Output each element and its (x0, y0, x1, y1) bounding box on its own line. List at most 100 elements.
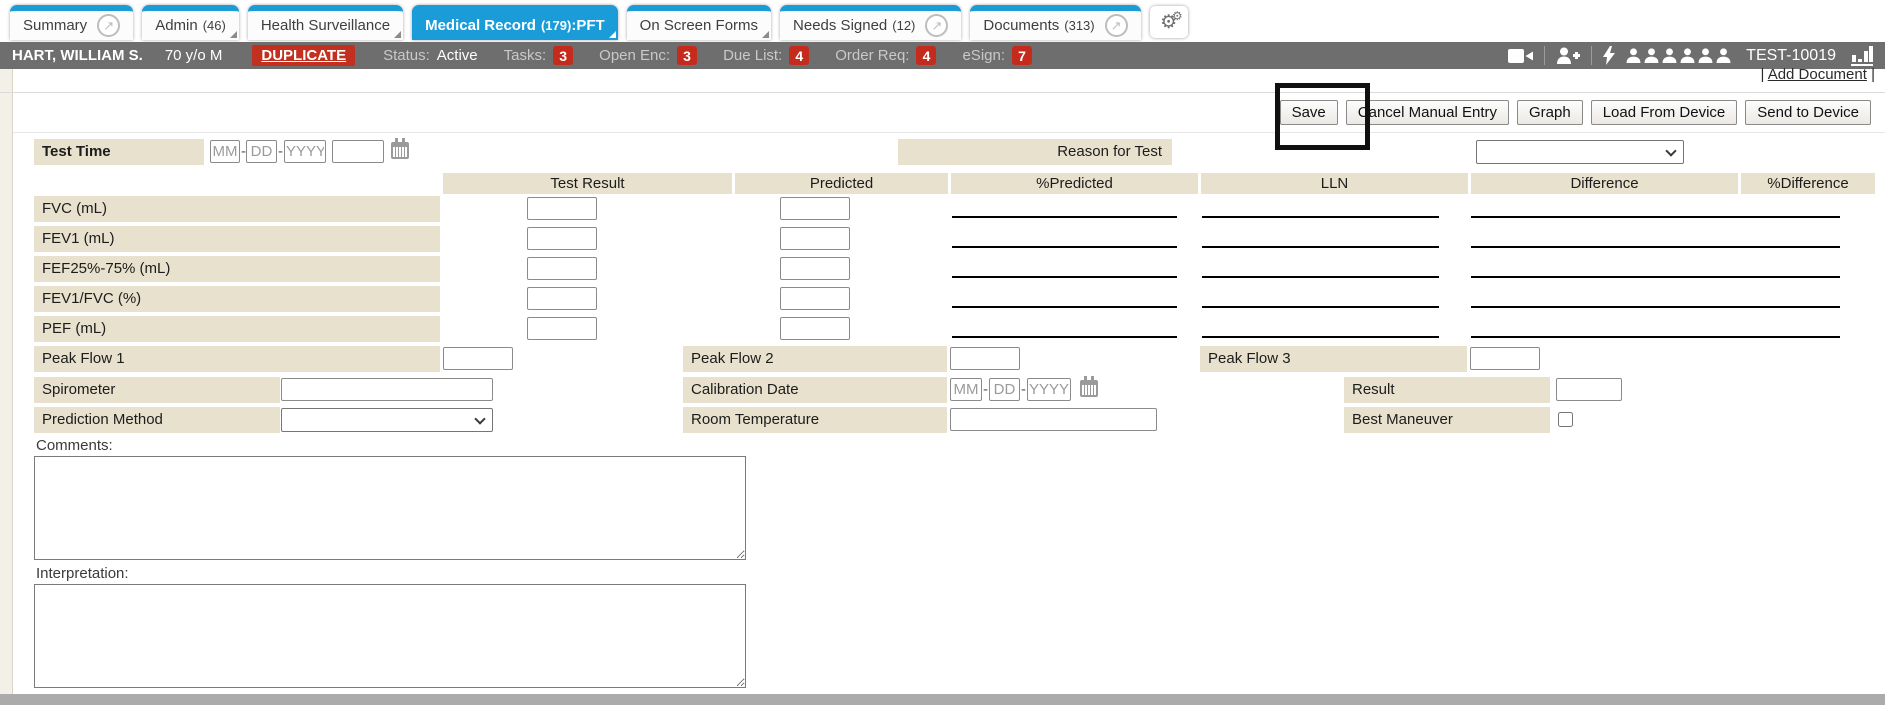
calendar-icon[interactable] (1080, 380, 1098, 397)
calendar-icon[interactable] (391, 142, 409, 159)
due-list-count-badge[interactable]: 4 (789, 46, 809, 65)
tab-label: Health Surveillance (261, 17, 390, 34)
comments-textarea[interactable] (34, 456, 746, 560)
interpretation-textarea[interactable] (34, 584, 746, 688)
peak-flow-2-input[interactable] (950, 347, 1020, 370)
tab-count: (313) (1064, 18, 1094, 33)
column-header-lln: LLN (1201, 173, 1468, 194)
peak-flow-3-label: Peak Flow 3 (1200, 346, 1467, 372)
tab-count: (12) (892, 18, 915, 33)
test-time-day-input[interactable] (246, 140, 277, 163)
date-dash: - (278, 143, 283, 160)
add-document-link[interactable]: Add Document (1768, 66, 1867, 83)
esign-count-badge[interactable]: 7 (1012, 46, 1032, 65)
fev1-fvc-difference-line (1471, 306, 1706, 308)
care-team-icons (1626, 48, 1731, 63)
calibration-month-input[interactable] (950, 378, 982, 401)
tasks-count-badge[interactable]: 3 (553, 46, 573, 65)
tasks-stat[interactable]: Tasks: 3 (504, 46, 574, 65)
peak-flow-1-input[interactable] (443, 347, 513, 370)
fef-predicted-input[interactable] (780, 257, 850, 280)
fef-test-result-input[interactable] (527, 257, 597, 280)
pef-predicted-input[interactable] (780, 317, 850, 340)
peak-flow-3-input[interactable] (1470, 347, 1540, 370)
row-label-fev1: FEV1 (mL) (34, 226, 440, 252)
person-icon (1662, 48, 1677, 63)
due-list-stat[interactable]: Due List: 4 (723, 46, 809, 65)
test-time-time-input[interactable] (332, 140, 384, 163)
pef-pct-difference-line (1692, 336, 1840, 338)
fef-difference-line (1471, 276, 1706, 278)
calibration-day-input[interactable] (989, 378, 1020, 401)
open-enc-count-badge[interactable]: 3 (677, 46, 697, 65)
prediction-method-select[interactable] (281, 408, 493, 432)
popout-arrow-icon[interactable]: ↗ (97, 14, 120, 37)
pef-test-result-input[interactable] (527, 317, 597, 340)
pef-difference-line (1471, 336, 1706, 338)
arrow-glyph: ↗ (103, 18, 114, 34)
divider (1591, 46, 1592, 65)
tab-label: Summary (23, 17, 87, 34)
fvc-predicted-input[interactable] (780, 197, 850, 220)
order-req-stat[interactable]: Order Req: 4 (835, 46, 936, 65)
bar-chart-icon[interactable] (1851, 46, 1873, 66)
divider-line (13, 132, 1885, 133)
fev1-test-result-input[interactable] (527, 227, 597, 250)
chevron-down-icon (1665, 145, 1676, 156)
video-camera-icon[interactable] (1508, 48, 1533, 64)
test-time-year-input[interactable] (284, 140, 326, 163)
tab-admin[interactable]: Admin (46) (142, 5, 239, 40)
interpretation-label: Interpretation: (36, 565, 129, 582)
fev1-difference-line (1471, 246, 1706, 248)
fev1-fvc-predicted-input[interactable] (780, 287, 850, 310)
load-from-device-button[interactable]: Load From Device (1591, 100, 1738, 125)
fev1-predicted-input[interactable] (780, 227, 850, 250)
cancel-manual-entry-button[interactable]: Cancel Manual Entry (1346, 100, 1509, 125)
fev1-pct-predicted-line (952, 246, 1177, 248)
test-time-month-input[interactable] (210, 140, 240, 163)
tab-summary[interactable]: Summary ↗ (10, 5, 133, 40)
result-input[interactable] (1556, 378, 1622, 401)
esign-stat[interactable]: eSign: 7 (962, 46, 1032, 65)
fev1-fvc-pct-predicted-line (952, 306, 1177, 308)
date-dash: - (983, 381, 988, 398)
stat-label: Order Req: (835, 47, 909, 64)
fef-pct-difference-line (1692, 276, 1840, 278)
popout-arrow-icon[interactable]: ↗ (1105, 14, 1128, 37)
order-req-count-badge[interactable]: 4 (916, 46, 936, 65)
send-to-device-button[interactable]: Send to Device (1745, 100, 1871, 125)
reason-for-test-label: Reason for Test (898, 139, 1172, 165)
calibration-year-input[interactable] (1027, 378, 1071, 401)
spirometer-input[interactable] (281, 378, 493, 401)
popout-arrow-icon[interactable]: ↗ (925, 14, 948, 37)
tab-medical-record[interactable]: Medical Record (179) :PFT (412, 5, 618, 40)
patient-id: TEST-10019 (1746, 47, 1836, 65)
divider-line (0, 92, 1885, 93)
add-person-icon[interactable] (1556, 47, 1580, 64)
fvc-test-result-input[interactable] (527, 197, 597, 220)
tab-health-surveillance[interactable]: Health Surveillance (248, 5, 403, 40)
duplicate-badge[interactable]: DUPLICATE (252, 45, 355, 66)
room-temperature-input[interactable] (950, 408, 1157, 431)
best-maneuver-checkbox[interactable] (1558, 412, 1573, 427)
settings-gears-button[interactable]: ⚙ ⚙ (1150, 6, 1188, 38)
person-icon (1626, 48, 1641, 63)
arrow-glyph: ↗ (1111, 18, 1122, 34)
reason-for-test-select[interactable] (1476, 140, 1684, 164)
person-icon (1644, 48, 1659, 63)
tab-needs-signed[interactable]: Needs Signed (12) ↗ (780, 5, 961, 40)
patient-bar: HART, WILLIAM S. 70 y/o M DUPLICATE Stat… (0, 42, 1885, 69)
tab-documents[interactable]: Documents (313) ↗ (970, 5, 1140, 40)
row-label-fvc: FVC (mL) (34, 196, 440, 222)
open-enc-stat[interactable]: Open Enc: 3 (599, 46, 697, 65)
date-dash: - (1021, 381, 1026, 398)
column-header-pct-difference: %Difference (1741, 173, 1875, 194)
fev1-fvc-test-result-input[interactable] (527, 287, 597, 310)
fev1-lln-line (1202, 246, 1439, 248)
fef-lln-line (1202, 276, 1439, 278)
graph-button[interactable]: Graph (1517, 100, 1583, 125)
tab-label: Admin (155, 17, 198, 34)
tab-on-screen-forms[interactable]: On Screen Forms (627, 5, 771, 40)
best-maneuver-label: Best Maneuver (1344, 407, 1550, 433)
column-header-predicted: Predicted (735, 173, 948, 194)
